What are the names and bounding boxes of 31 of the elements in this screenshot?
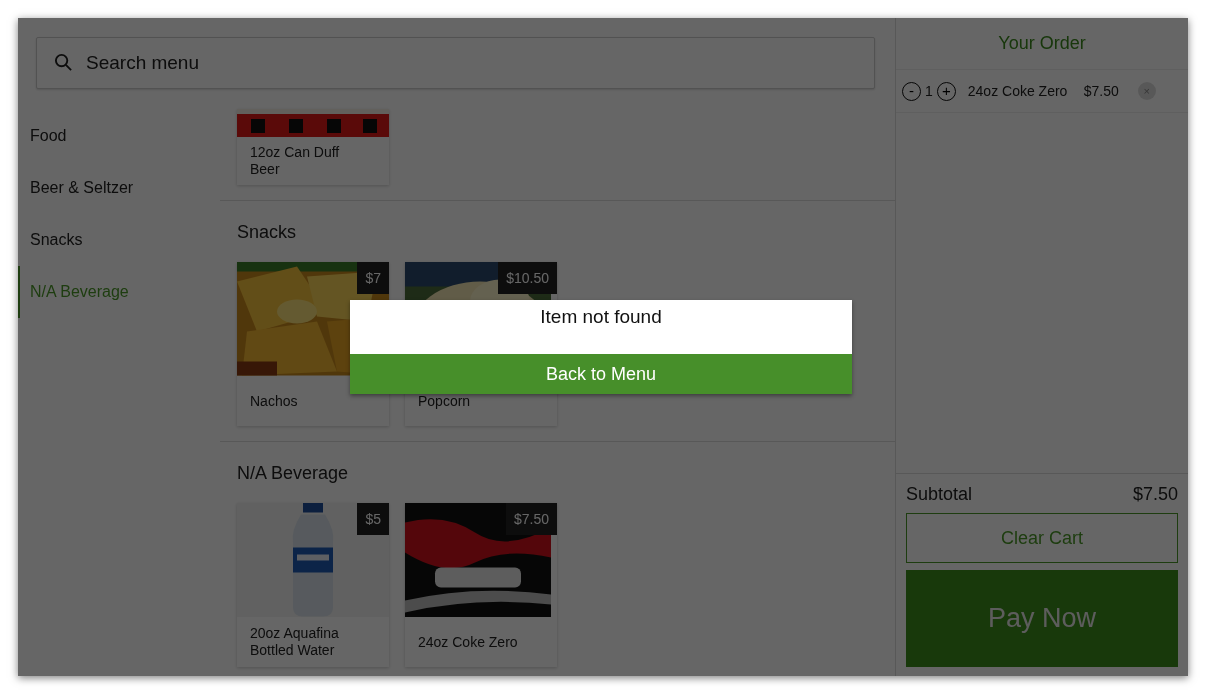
price-tag: $10.50 bbox=[498, 262, 557, 294]
category-tab[interactable]: Beer & Seltzer bbox=[18, 162, 220, 214]
item-name: 24oz Coke Zero bbox=[967, 83, 1069, 99]
pay-now-button[interactable]: Pay Now bbox=[906, 570, 1178, 667]
item-price: $7.50 bbox=[1083, 83, 1120, 99]
dialog-message: Item not found bbox=[539, 305, 663, 329]
price-tag: $5 bbox=[357, 503, 389, 535]
price-tag: $7 bbox=[357, 262, 389, 294]
product-name: Nachos bbox=[249, 391, 299, 411]
product-card[interactable]: $5 20oz Aquafina Bottled Water bbox=[237, 503, 389, 667]
product-card[interactable]: $7.50 24oz Coke Zero bbox=[405, 503, 557, 667]
product-name: 12oz Can Duff Beer bbox=[249, 143, 341, 179]
order-title: Your Order bbox=[896, 18, 1188, 70]
section-heading: Snacks bbox=[237, 222, 298, 243]
section-heading: N/A Beverage bbox=[237, 463, 350, 484]
category-tab[interactable]: N/A Beverage bbox=[18, 266, 220, 318]
search-field[interactable]: Search menu bbox=[36, 37, 875, 89]
product-name: Popcorn bbox=[417, 391, 472, 411]
category-tab[interactable]: Food bbox=[18, 110, 220, 162]
product-name: 20oz Aquafina Bottled Water bbox=[249, 624, 340, 660]
back-to-menu-button[interactable]: Back to Menu bbox=[350, 354, 852, 394]
price-tag: $7.50 bbox=[505, 503, 557, 535]
subtotal-label: Subtotal bbox=[906, 484, 973, 505]
remove-button[interactable]: × bbox=[1137, 82, 1156, 100]
clear-cart-button[interactable]: Clear Cart bbox=[906, 513, 1178, 563]
product-name: 24oz Coke Zero bbox=[417, 632, 519, 652]
search-icon bbox=[54, 53, 73, 72]
subtotal-amount: $7.50 bbox=[1132, 484, 1178, 505]
quantity: 1 bbox=[925, 83, 933, 99]
product-card[interactable]: 12oz Can Duff Beer bbox=[237, 109, 389, 185]
category-tab[interactable]: Snacks bbox=[18, 214, 220, 266]
